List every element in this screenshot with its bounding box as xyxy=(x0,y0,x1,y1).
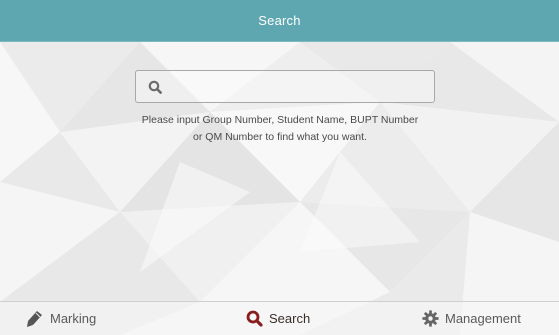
tab-management[interactable]: Management xyxy=(422,302,521,335)
tab-management-label: Management xyxy=(445,311,521,326)
gear-icon xyxy=(422,310,439,327)
bottom-tab-bar: Marking Search Management xyxy=(0,301,559,335)
search-box[interactable] xyxy=(135,70,435,103)
tab-search[interactable]: Search xyxy=(246,302,310,335)
search-icon xyxy=(144,76,166,98)
search-hint-line-2: or QM Number to find what you want. xyxy=(193,131,367,143)
search-icon xyxy=(246,310,263,327)
search-hint: Please input Group Number, Student Name,… xyxy=(80,112,480,146)
tab-marking-label: Marking xyxy=(50,311,97,326)
pencil-icon xyxy=(26,310,44,328)
page-title: Search xyxy=(258,13,301,28)
tab-search-label: Search xyxy=(269,311,311,326)
title-bar: Search xyxy=(0,0,559,42)
app-screen: Search Please input Group Number, Studen… xyxy=(0,0,559,335)
tab-marking[interactable]: Marking xyxy=(26,302,96,335)
search-hint-line-1: Please input Group Number, Student Name,… xyxy=(141,114,419,126)
search-input[interactable] xyxy=(166,71,434,102)
